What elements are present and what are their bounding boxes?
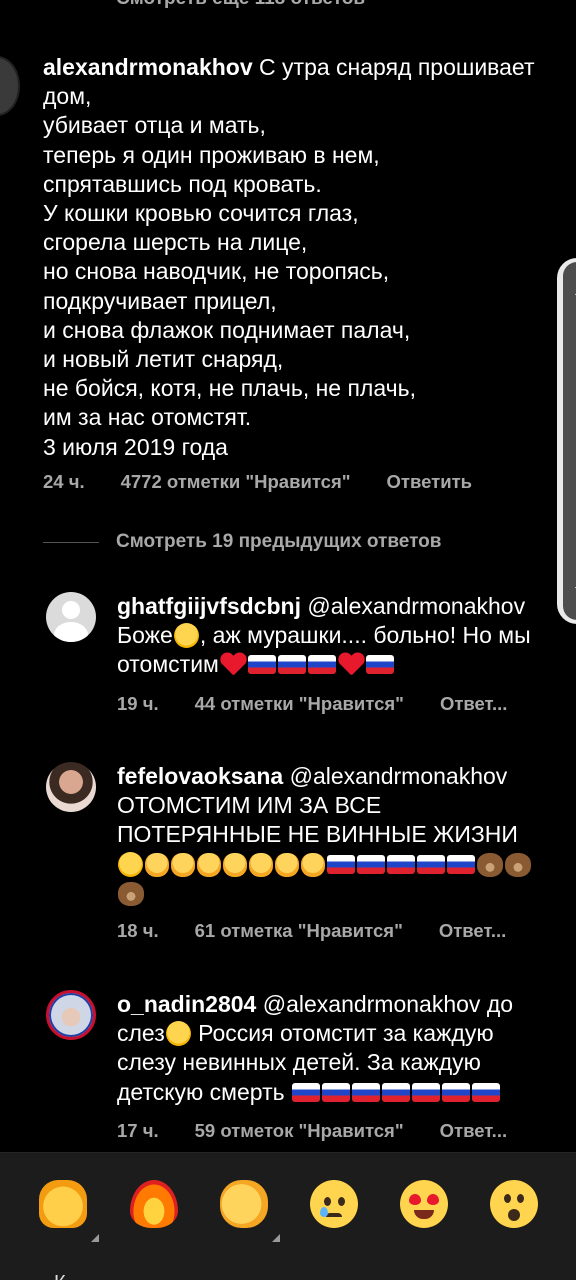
reply-time: 18 ч.	[117, 920, 159, 941]
russia-flag-icon	[307, 655, 336, 675]
reply-likes[interactable]: 61 отметка "Нравится"	[195, 920, 403, 942]
russia-flag-icon	[291, 1082, 320, 1102]
russia-flag-icon	[327, 854, 355, 874]
scroll-handle[interactable]	[557, 258, 576, 624]
emoji-reaction-bar	[0, 1152, 576, 1280]
bear-icon	[505, 852, 531, 877]
reply-mention[interactable]: @alexandrmonakhov	[263, 991, 481, 1017]
bear-icon	[477, 852, 503, 877]
fist-icon	[145, 852, 169, 877]
main-comment: alexandrmonakhov С утра снаряд прошивает…	[43, 53, 563, 462]
reply-time: 19 ч.	[117, 693, 159, 714]
crying-face-icon	[118, 851, 143, 877]
crying-face-icon	[173, 623, 199, 649]
view-more-replies-link[interactable]: Смотреть еще 118 ответов	[44, 0, 365, 10]
russia-flag-icon	[277, 655, 306, 675]
red-heart-icon	[220, 653, 246, 677]
reply-meta: 17 ч. 59 отметок "Нравится" Ответ...	[117, 1120, 507, 1142]
scroll-handle-track	[563, 262, 576, 620]
reply-time: 17 ч.	[117, 1120, 159, 1141]
avatar[interactable]	[46, 762, 96, 812]
divider	[43, 541, 99, 543]
fire-icon[interactable]	[130, 1180, 178, 1228]
russia-flag-icon	[381, 1082, 410, 1102]
reply-meta: 18 ч. 61 отметка "Нравится" Ответ...	[117, 920, 506, 942]
bear-icon	[118, 881, 144, 906]
view-previous-replies-link[interactable]: Смотреть 19 предыдущих ответов	[43, 531, 441, 553]
russia-flag-icon	[351, 1082, 380, 1102]
raising-hands-icon[interactable]	[39, 1180, 99, 1242]
russia-flag-icon	[447, 854, 475, 874]
more-variants-indicator	[91, 1234, 99, 1242]
russia-flag-icon	[365, 655, 394, 675]
russia-flag-icon	[441, 1082, 470, 1102]
reply-button[interactable]: Ответ...	[440, 693, 507, 715]
fist-icon	[275, 852, 299, 877]
russia-flag-icon	[247, 655, 276, 675]
reply-comment: fefelovaoksana @alexandrmonakhov ОТОМСТИ…	[117, 762, 549, 908]
comment-username[interactable]: alexandrmonakhov	[43, 54, 253, 80]
avatar[interactable]	[0, 56, 20, 116]
crying-face-icon	[165, 1021, 191, 1047]
fist-icon	[223, 852, 247, 877]
reply-username[interactable]: o_nadin2804	[117, 991, 256, 1017]
russia-flag-icon	[411, 1082, 440, 1102]
comment-likes[interactable]: 4772 отметки "Нравится"	[121, 471, 351, 493]
view-more-replies-label: Смотреть еще 118 ответов	[116, 0, 365, 10]
clapping-hands-icon[interactable]	[220, 1180, 280, 1242]
reply-comment: o_nadin2804 @alexandrmonakhov до слез Ро…	[117, 990, 549, 1107]
view-previous-replies-label: Смотреть 19 предыдущих ответов	[116, 531, 442, 552]
fist-icon	[301, 852, 325, 877]
reply-button[interactable]: Ответить	[387, 471, 473, 493]
comment-time: 24 ч.	[43, 471, 85, 492]
fist-icon	[197, 852, 221, 877]
astonished-face-icon[interactable]	[490, 1180, 538, 1228]
reply-mention[interactable]: @alexandrmonakhov	[307, 593, 525, 619]
reply-username[interactable]: fefelovaoksana	[117, 763, 283, 789]
avatar[interactable]	[46, 990, 96, 1040]
russia-flag-icon	[357, 854, 385, 874]
crying-face-icon[interactable]	[310, 1180, 358, 1228]
red-heart-icon	[338, 653, 364, 677]
fist-icon	[171, 852, 195, 877]
more-variants-indicator	[272, 1234, 280, 1242]
reply-likes[interactable]: 59 отметок "Нравится"	[195, 1120, 404, 1142]
avatar[interactable]	[46, 592, 96, 642]
russia-flag-icon	[321, 1082, 350, 1102]
russia-flag-icon	[417, 854, 445, 874]
reply-text: Боже	[117, 622, 173, 649]
heart-eyes-icon[interactable]	[400, 1180, 448, 1228]
reply-comment: ghatfgiijvfsdcbnj @alexandrmonakhov Боже…	[117, 592, 549, 680]
reply-username[interactable]: ghatfgiijvfsdcbnj	[117, 593, 301, 619]
fist-icon	[249, 852, 273, 877]
main-comment-meta: 24 ч. 4772 отметки "Нравится" Ответить	[43, 471, 472, 493]
russia-flag-icon	[387, 854, 415, 874]
reply-button[interactable]: Ответ...	[439, 920, 506, 942]
comment-text: С утра снаряд прошивает дом, убивает отц…	[43, 54, 535, 460]
reply-mention[interactable]: @alexandrmonakhov	[290, 763, 508, 789]
reply-button[interactable]: Ответ...	[440, 1120, 507, 1142]
reply-text: ОТОМСТИМ ИМ ЗА ВСЕ ПОТЕРЯННЫЕ НЕ ВИННЫЕ …	[117, 792, 518, 848]
reply-likes[interactable]: 44 отметки "Нравится"	[195, 693, 404, 715]
comment-input-partial[interactable]: К	[54, 1272, 66, 1280]
russia-flag-icon	[471, 1082, 500, 1102]
reply-meta: 19 ч. 44 отметки "Нравится" Ответ...	[117, 693, 507, 715]
